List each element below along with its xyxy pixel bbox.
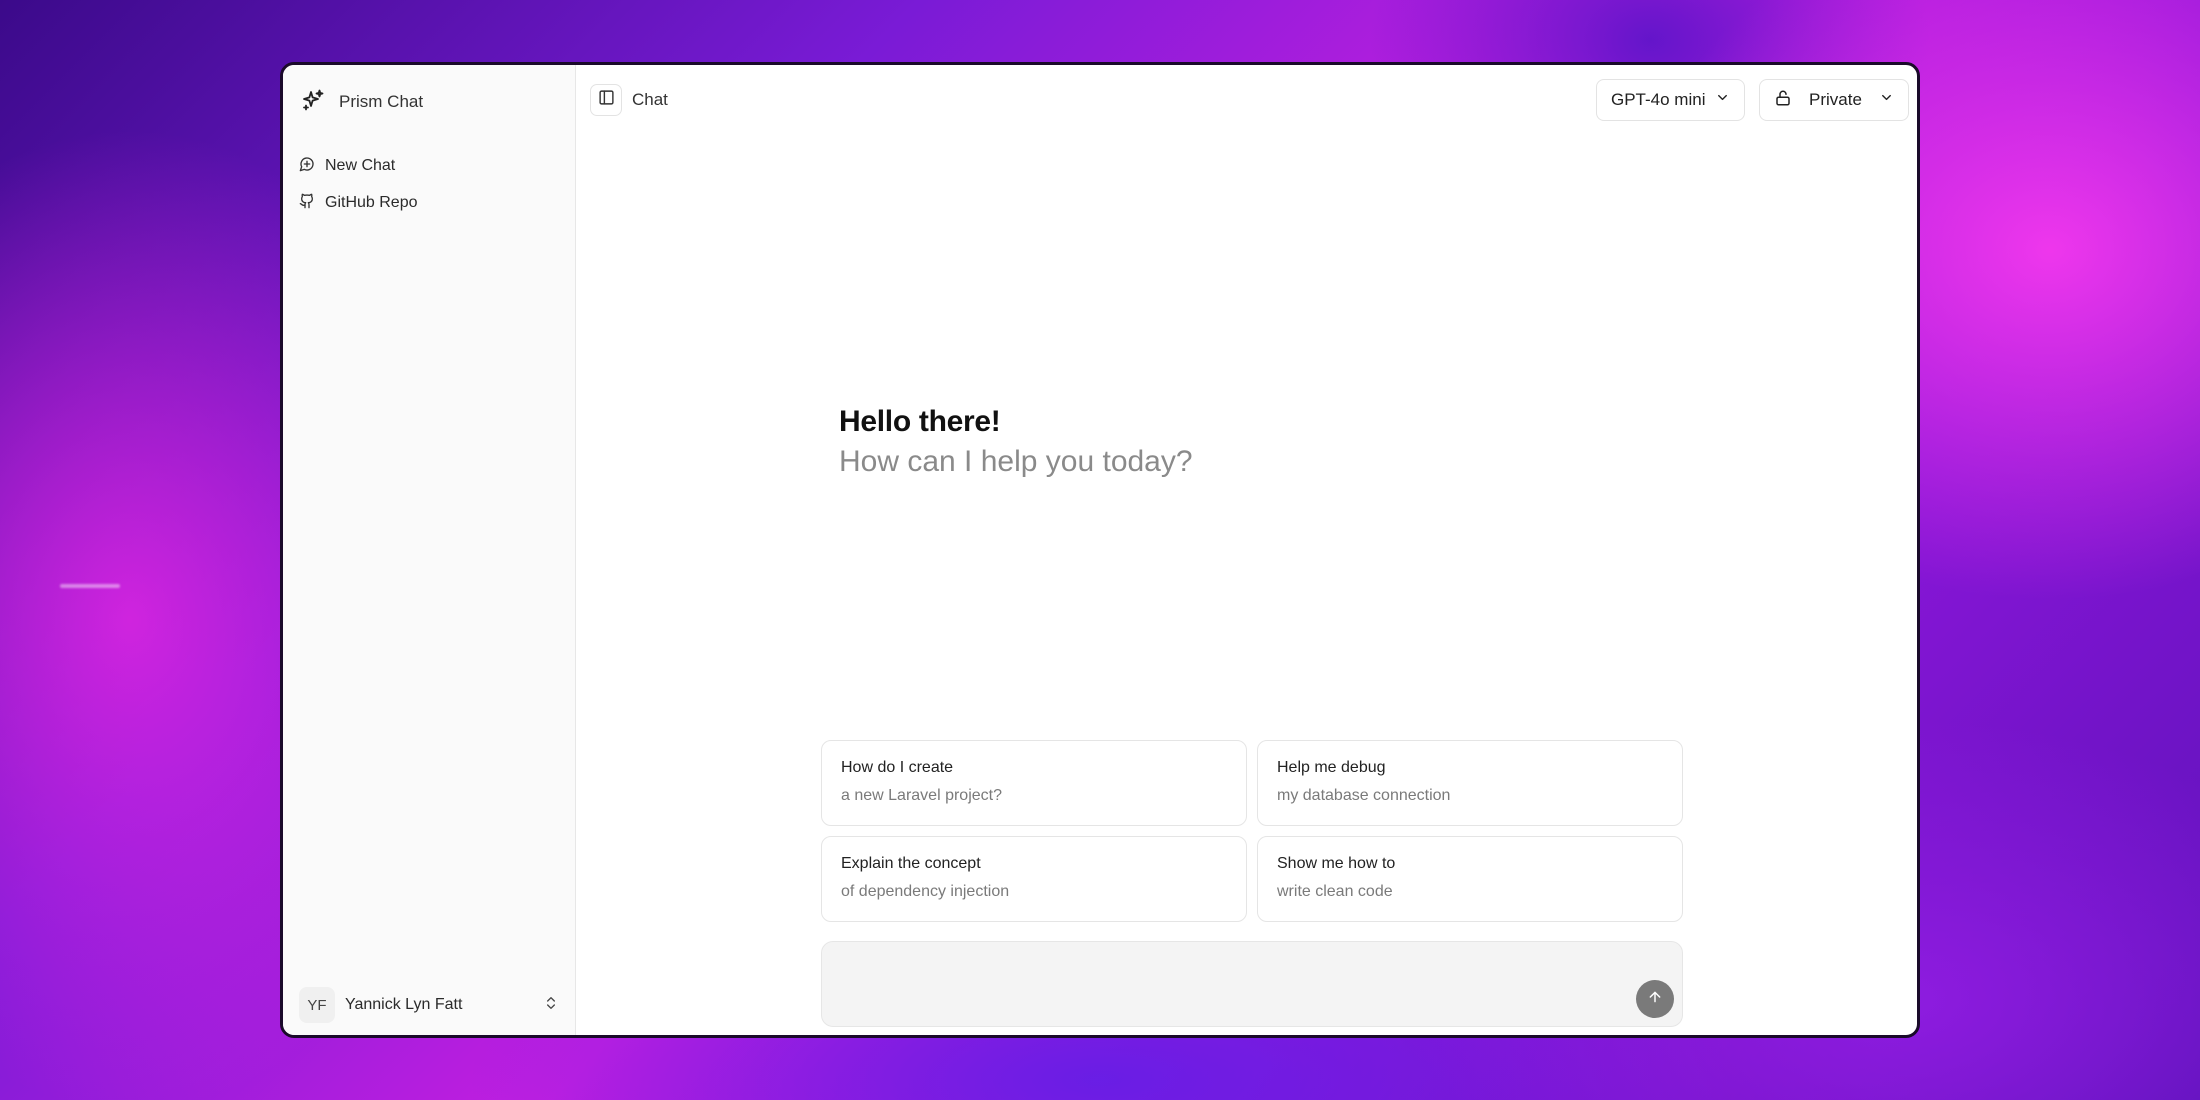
- suggestion-subtitle: my database connection: [1277, 787, 1451, 804]
- visibility-selector-label: Private: [1809, 90, 1862, 109]
- model-selector-label: GPT-4o mini: [1611, 90, 1706, 109]
- app-window: Prism Chat New Chat GitHub Repo YF Yanni…: [280, 62, 1920, 1038]
- chevron-down-icon: [1879, 90, 1894, 110]
- sidebar-nav: New Chat GitHub Repo: [293, 149, 565, 223]
- main-panel: Chat GPT-4o mini Private Hello there! Ho…: [576, 65, 1917, 1035]
- suggestion-subtitle: write clean code: [1277, 883, 1393, 900]
- user-menu[interactable]: YF Yannick Lyn Fatt: [293, 983, 565, 1027]
- message-composer: [821, 941, 1683, 1027]
- greeting-subtitle: How can I help you today?: [839, 445, 1193, 478]
- sidebar-item-github-repo[interactable]: GitHub Repo: [293, 186, 565, 220]
- suggestion-title: How do I create: [841, 759, 954, 776]
- topbar: Chat: [590, 83, 668, 117]
- message-input[interactable]: [822, 942, 1682, 1026]
- suggestion-card[interactable]: Help me debug my database connection: [1257, 740, 1683, 826]
- send-button[interactable]: [1636, 980, 1674, 1018]
- user-name: Yannick Lyn Fatt: [345, 996, 463, 1013]
- background-light-streak: [60, 584, 120, 588]
- sidebar-item-label: GitHub Repo: [325, 194, 418, 211]
- suggestion-subtitle: of dependency injection: [841, 883, 1010, 900]
- lock-icon: [1774, 89, 1792, 112]
- brand[interactable]: Prism Chat: [301, 85, 423, 119]
- suggestion-title: Help me debug: [1277, 759, 1386, 776]
- sidebar: Prism Chat New Chat GitHub Repo YF Yanni…: [283, 65, 576, 1035]
- panel-left-icon: [598, 89, 615, 111]
- chevrons-up-down-icon: [543, 995, 559, 1016]
- suggestion-title: Show me how to: [1277, 855, 1396, 872]
- chevron-down-icon: [1715, 90, 1730, 110]
- suggested-actions: How do I create a new Laravel project? H…: [821, 740, 1683, 922]
- visibility-selector[interactable]: Private: [1759, 79, 1909, 121]
- page-title: Chat: [632, 90, 668, 109]
- greeting: Hello there! How can I help you today?: [839, 405, 1193, 479]
- suggestion-card[interactable]: Show me how to write clean code: [1257, 836, 1683, 922]
- arrow-up-icon: [1647, 989, 1663, 1010]
- suggestion-card[interactable]: Explain the concept of dependency inject…: [821, 836, 1247, 922]
- suggestion-title: Explain the concept: [841, 855, 981, 872]
- sparkles-icon: [301, 88, 325, 117]
- github-icon: [299, 193, 315, 214]
- suggestion-card[interactable]: How do I create a new Laravel project?: [821, 740, 1247, 826]
- avatar: YF: [299, 987, 335, 1023]
- sidebar-item-label: New Chat: [325, 157, 396, 174]
- suggestion-subtitle: a new Laravel project?: [841, 787, 1002, 804]
- model-selector[interactable]: GPT-4o mini: [1596, 79, 1746, 121]
- sidebar-toggle-button[interactable]: [590, 84, 622, 116]
- greeting-title: Hello there!: [839, 405, 1001, 438]
- new-chat-icon: [299, 156, 315, 177]
- app-name: Prism Chat: [339, 92, 424, 111]
- sidebar-item-new-chat[interactable]: New Chat: [293, 149, 565, 183]
